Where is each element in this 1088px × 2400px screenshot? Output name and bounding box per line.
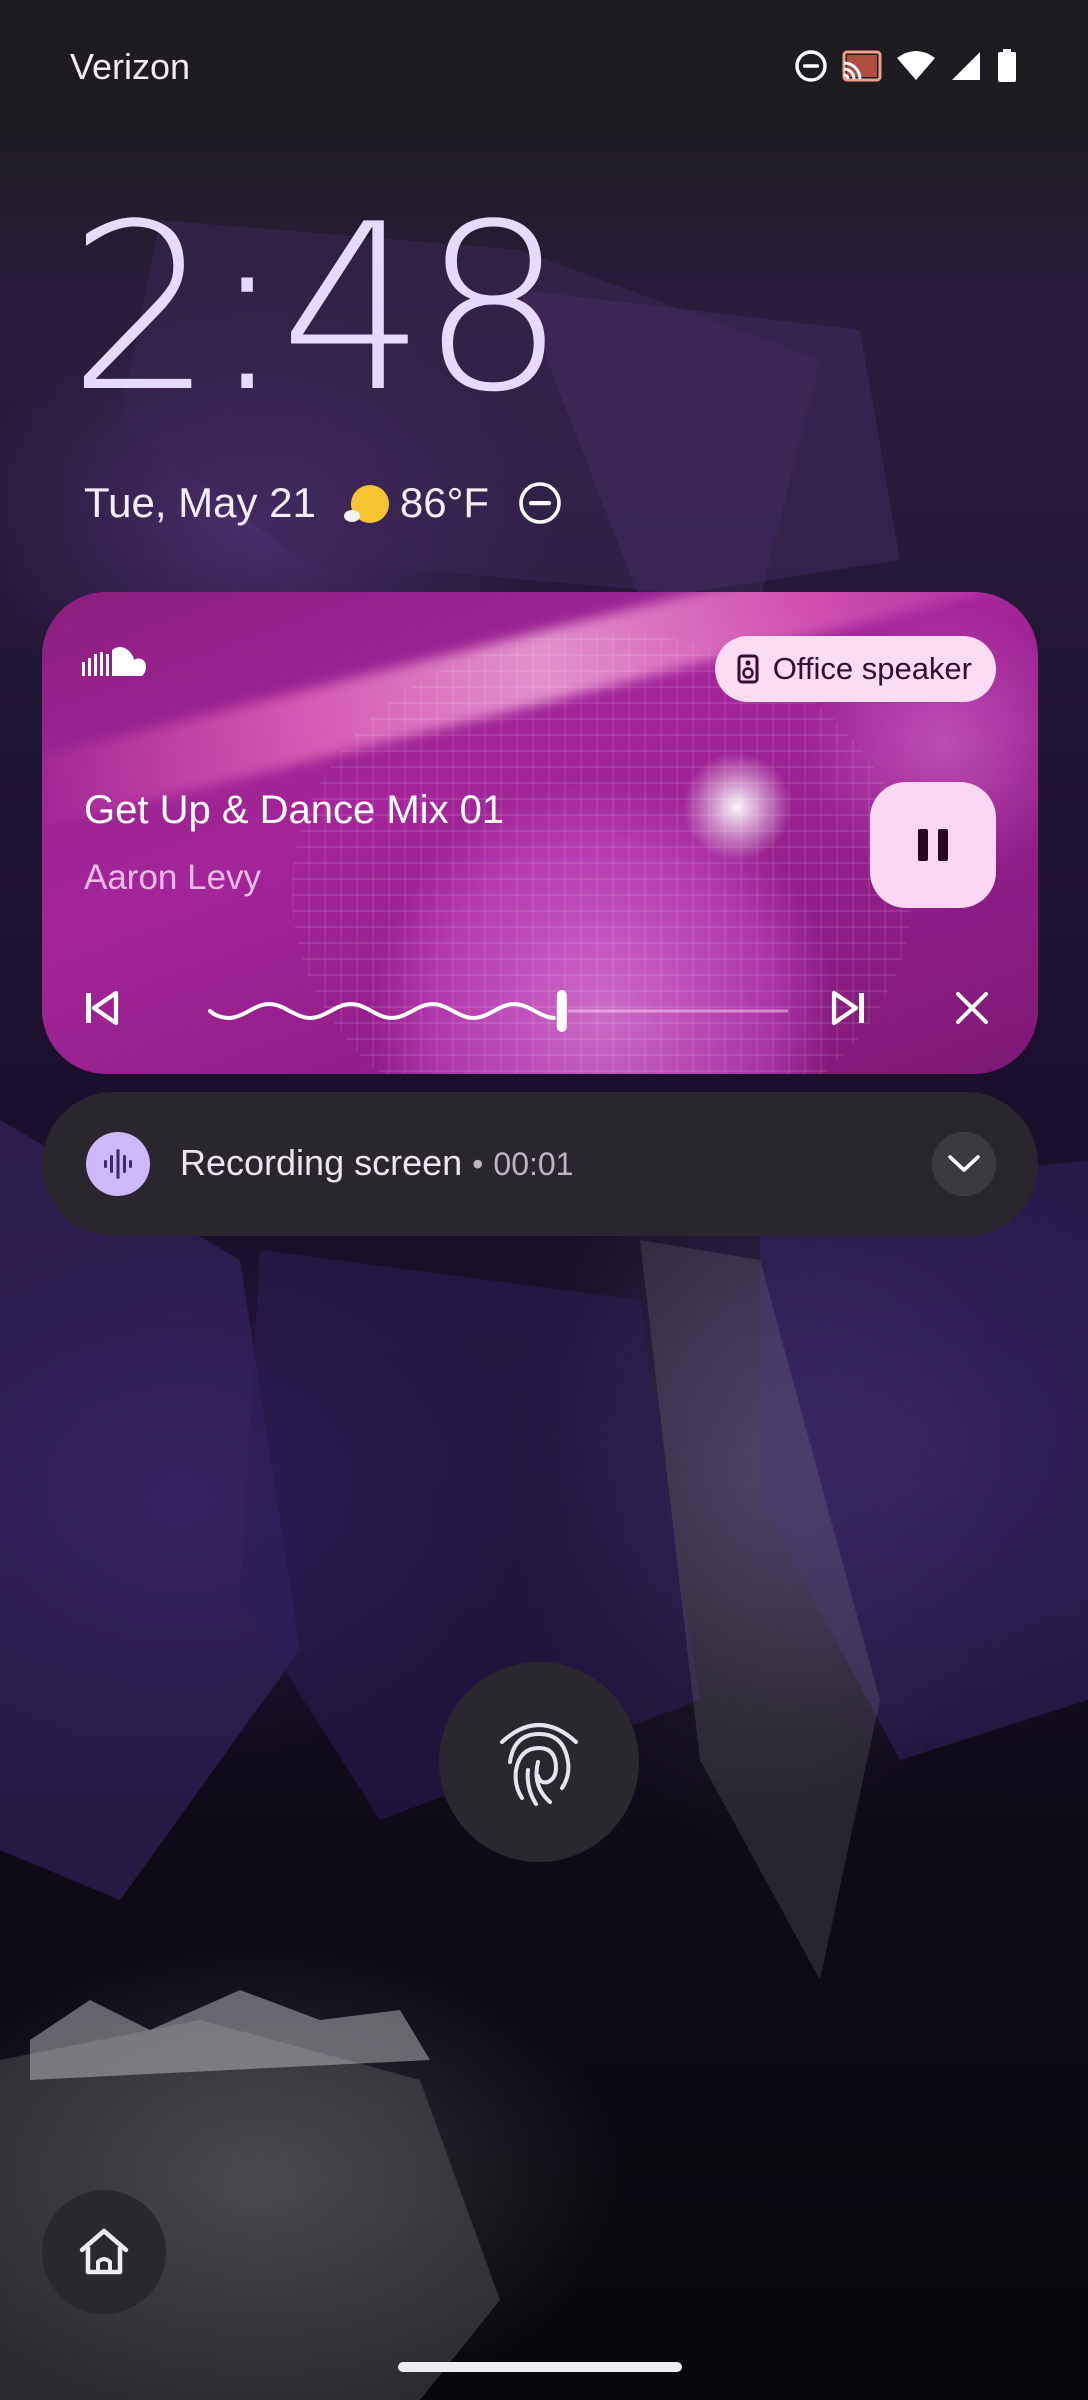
- date-label: Tue, May 21: [84, 479, 316, 526]
- cell-signal-icon: [952, 52, 980, 80]
- speaker-icon: [737, 654, 759, 684]
- lock-screen: Verizon 2:48 Tue, May 21 86°F Office spe…: [0, 0, 1088, 2400]
- expand-button[interactable]: [932, 1132, 996, 1196]
- close-icon[interactable]: [954, 990, 990, 1026]
- skip-next-icon[interactable]: [828, 988, 868, 1028]
- partly-sunny-icon: [343, 485, 389, 523]
- temperature-label: 86°F: [399, 479, 490, 526]
- seek-bar-thumb[interactable]: [556, 990, 567, 1032]
- notification-title: Recording screen: [180, 1142, 463, 1183]
- home-icon: [79, 2228, 129, 2275]
- do-not-disturb-icon: [519, 482, 561, 524]
- screen-record-icon: [86, 1132, 150, 1196]
- seek-bar[interactable]: [208, 976, 798, 1046]
- notification-text: Recording screen • 00:01: [180, 1142, 573, 1184]
- lock-clock: 2:48: [68, 176, 566, 443]
- chevron-down-icon: [948, 1155, 980, 1172]
- output-device-label: Office speaker: [772, 651, 972, 686]
- recording-notification[interactable]: Recording screen • 00:01: [42, 1092, 1038, 1236]
- album-art-flare: [682, 752, 792, 862]
- media-player-card[interactable]: Office speaker Get Up & Dance Mix 01 Aar…: [42, 592, 1038, 1074]
- pause-icon: [918, 829, 948, 861]
- soundcloud-icon: [82, 647, 146, 676]
- battery-icon: [998, 49, 1016, 82]
- output-device-chip[interactable]: Office speaker: [714, 636, 996, 702]
- skip-previous-icon[interactable]: [82, 988, 122, 1028]
- navigation-handle[interactable]: [398, 2362, 682, 2372]
- home-shortcut-button[interactable]: [42, 2190, 166, 2314]
- notification-elapsed: 00:01: [493, 1146, 574, 1182]
- fingerprint-icon: [500, 1723, 578, 1806]
- seek-bar-played: [208, 1001, 556, 1021]
- date-weather-row[interactable]: Tue, May 21 86°F: [84, 478, 563, 528]
- pause-button[interactable]: [870, 782, 996, 908]
- track-artist: Aaron Levy: [84, 858, 262, 897]
- carrier-name: Verizon: [70, 46, 191, 87]
- do-not-disturb-icon: [795, 50, 827, 82]
- fingerprint-sensor[interactable]: [439, 1662, 639, 1862]
- wifi-icon: [897, 51, 935, 80]
- track-title: Get Up & Dance Mix 01: [84, 788, 505, 832]
- status-icons: [794, 46, 1018, 86]
- notification-separator: •: [472, 1146, 484, 1182]
- status-bar: Verizon: [0, 0, 1088, 135]
- cast-icon: [842, 50, 882, 82]
